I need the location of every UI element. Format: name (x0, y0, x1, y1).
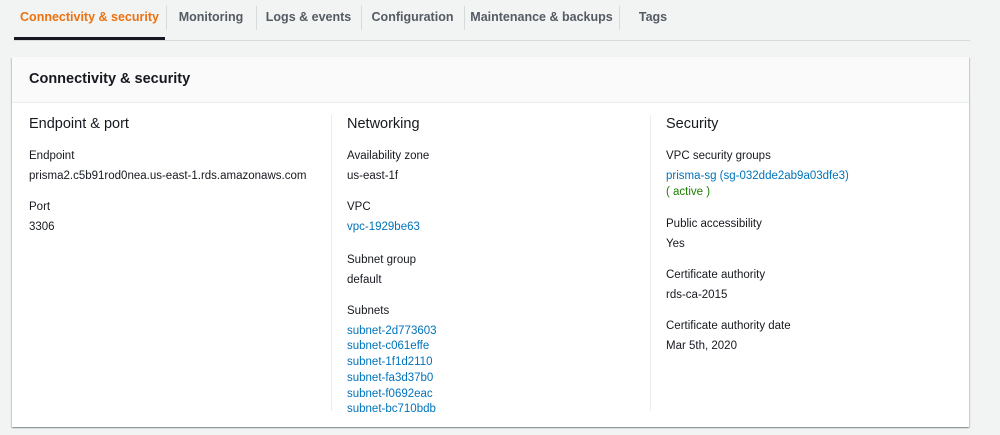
subnet-group-value: default (347, 273, 382, 286)
column-divider (331, 115, 332, 411)
subnet-link[interactable]: subnet-fa3d37b0 (347, 371, 647, 387)
panel-title: Connectivity & security (29, 71, 191, 87)
connectivity-security-panel: Connectivity & security Endpoint & port … (12, 57, 969, 427)
panel-header: Connectivity & security (12, 57, 969, 103)
certificate-authority-value: rds-ca-2015 (666, 288, 728, 301)
certificate-authority-date-value: Mar 5th, 2020 (666, 339, 737, 352)
availability-zone-field: Availability zone us-east-1f (347, 149, 647, 183)
vpc-security-groups-label: VPC security groups (666, 150, 771, 162)
networking-column: Networking Availability zone us-east-1f … (347, 115, 647, 435)
public-accessibility-label: Public accessibility (666, 217, 762, 230)
port-value: 3306 (29, 221, 55, 233)
subnet-link[interactable]: subnet-f0692eac (347, 387, 647, 403)
subnets-label: Subnets (347, 304, 390, 317)
tab-monitoring[interactable]: Monitoring (167, 0, 255, 38)
security-group-link[interactable]: prisma-sg (sg-032dde2ab9a03dfe3) (666, 169, 966, 185)
security-group-status: ( active ) (666, 185, 711, 198)
tab-tags[interactable]: Tags (620, 0, 686, 38)
subnet-link[interactable]: subnet-bc710bdb (347, 402, 647, 418)
endpoint-field: Endpoint prisma2.c5b91rod0nea.us-east-1.… (29, 149, 329, 183)
tab-logs-events[interactable]: Logs & events (257, 0, 360, 38)
port-field: Port 3306 (29, 200, 329, 234)
section-title-networking: Networking (347, 116, 420, 132)
vpc-label: VPC (347, 201, 371, 213)
certificate-authority-date-label: Certificate authority date (666, 319, 791, 332)
vpc-security-groups-field: VPC security groups prisma-sg (sg-032dde… (666, 149, 966, 200)
subnet-link[interactable]: subnet-1f1d2110 (347, 355, 647, 371)
public-accessibility-value: Yes (666, 237, 685, 250)
tab-bar: Connectivity & security Monitoring Logs … (14, 0, 970, 41)
tab-connectivity-security[interactable]: Connectivity & security (14, 0, 165, 40)
port-label: Port (29, 201, 51, 213)
endpoint-value: prisma2.c5b91rod0nea.us-east-1.rds.amazo… (29, 170, 307, 182)
section-title-endpoint-port: Endpoint & port (29, 116, 129, 132)
certificate-authority-field: Certificate authority rds-ca-2015 (666, 268, 966, 302)
column-divider (650, 115, 651, 411)
endpoint-label: Endpoint (29, 150, 75, 162)
tab-configuration[interactable]: Configuration (362, 0, 463, 38)
subnet-group-label: Subnet group (347, 253, 417, 266)
section-title-security: Security (666, 116, 719, 132)
security-column: Security VPC security groups prisma-sg (… (666, 115, 966, 370)
subnet-group-field: Subnet group default (347, 253, 647, 287)
endpoint-port-column: Endpoint & port Endpoint prisma2.c5b91ro… (29, 115, 329, 251)
subnets-field: Subnets subnet-2d773603 subnet-c061effe … (347, 304, 647, 418)
certificate-authority-date-field: Certificate authority date Mar 5th, 2020 (666, 319, 966, 353)
availability-zone-label: Availability zone (347, 150, 430, 162)
subnet-link[interactable]: subnet-c061effe (347, 339, 647, 355)
vpc-field: VPC vpc-1929be63 (347, 200, 647, 236)
certificate-authority-label: Certificate authority (666, 268, 766, 281)
availability-zone-value: us-east-1f (347, 170, 399, 182)
vpc-link[interactable]: vpc-1929be63 (347, 220, 647, 236)
tab-maintenance-backups[interactable]: Maintenance & backups (465, 0, 618, 38)
public-accessibility-field: Public accessibility Yes (666, 217, 966, 251)
subnet-link[interactable]: subnet-2d773603 (347, 324, 647, 340)
